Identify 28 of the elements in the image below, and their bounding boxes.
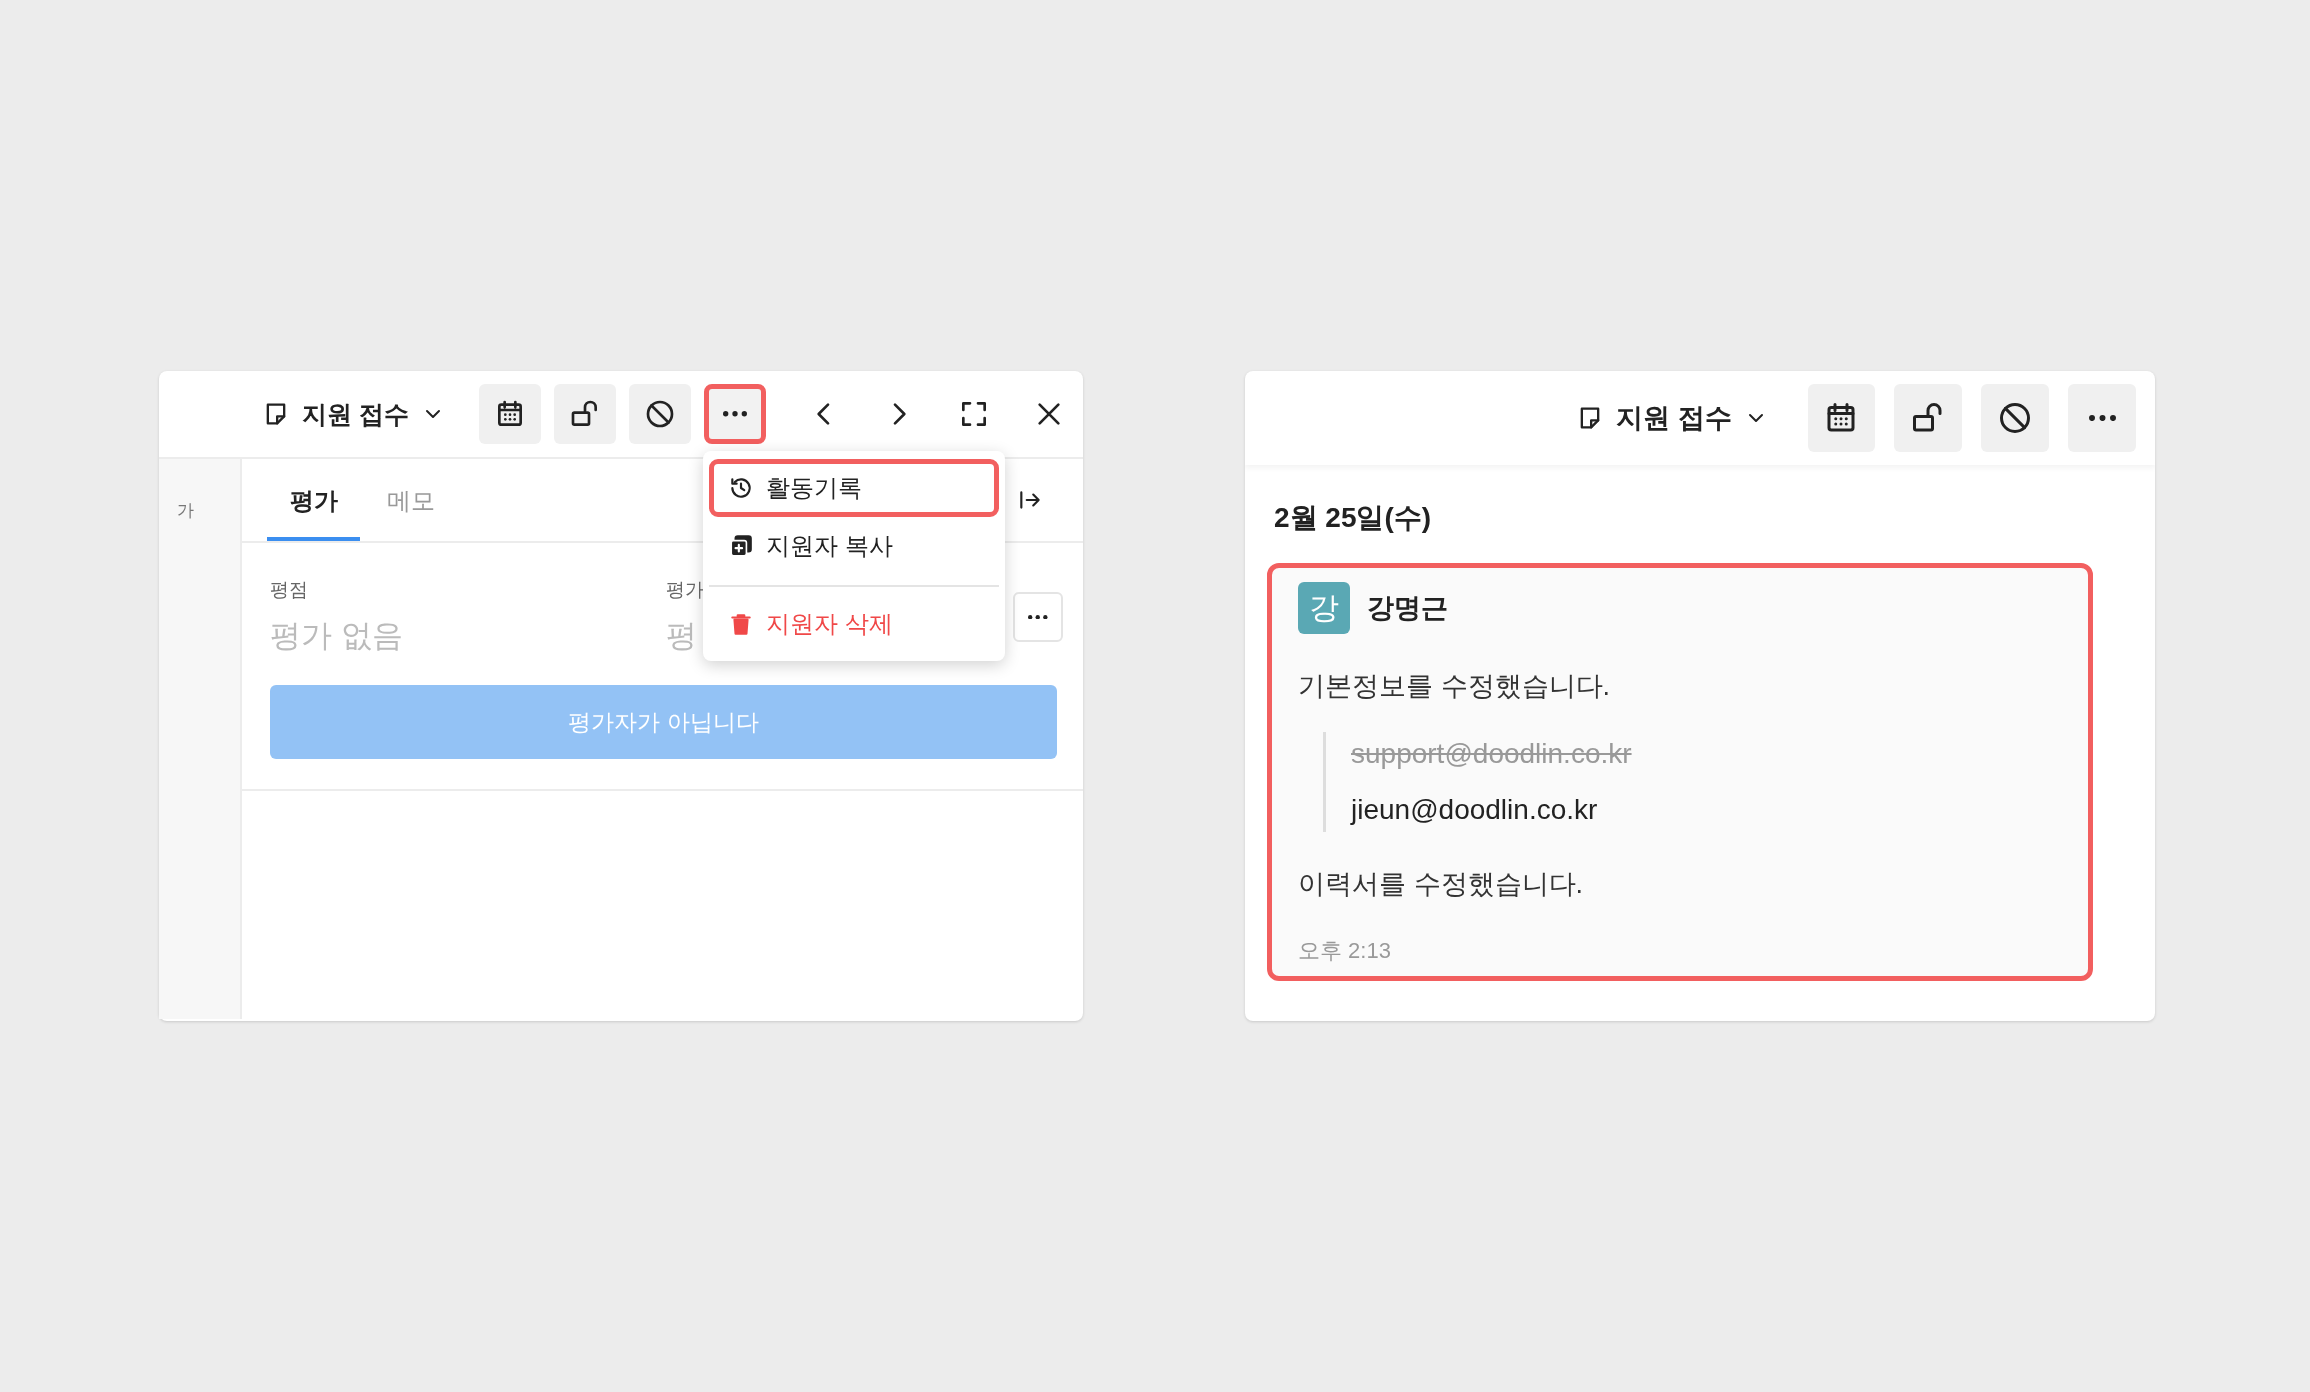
status-dropdown[interactable]: 지원 접수	[262, 397, 445, 431]
toolbar-button[interactable]	[1894, 384, 1963, 452]
menu-item[interactable]: 활동기록	[709, 459, 999, 517]
toolbar-button[interactable]	[628, 384, 691, 444]
tab[interactable]: 평가	[267, 459, 360, 541]
status-dropdown[interactable]: 지원 접수	[1576, 400, 1768, 436]
more-icon	[1028, 614, 1048, 620]
author-name: 강명근	[1367, 592, 1448, 625]
avatar: 강	[1298, 582, 1350, 634]
field-value: 평	[666, 617, 697, 655]
timestamp: 오후 2:13	[1298, 937, 1392, 965]
activity-text: 기본정보를 수정했습니다.	[1298, 670, 1611, 703]
toolbar-button[interactable]	[553, 384, 616, 444]
more-icon	[2088, 414, 2116, 422]
field-label: 평가	[666, 578, 704, 602]
field-value: 평가 없음	[270, 617, 403, 655]
field-label: 평점	[270, 578, 308, 602]
more-icon	[722, 411, 747, 417]
trash-icon	[728, 611, 754, 637]
activity-text: 이력서를 수정했습니다.	[1298, 868, 1584, 901]
side-label: 가	[177, 500, 195, 522]
new-value: jieun@doodlin.co.kr	[1351, 794, 1599, 826]
toolbar-button[interactable]	[478, 384, 541, 444]
toolbar-button[interactable]	[1807, 384, 1876, 452]
date-heading: 2월 25일(수)	[1274, 501, 1433, 535]
history-icon	[728, 475, 754, 501]
old-value: support@doodlin.co.kr	[1351, 738, 1633, 770]
toolbar-button[interactable]	[1981, 384, 2050, 452]
